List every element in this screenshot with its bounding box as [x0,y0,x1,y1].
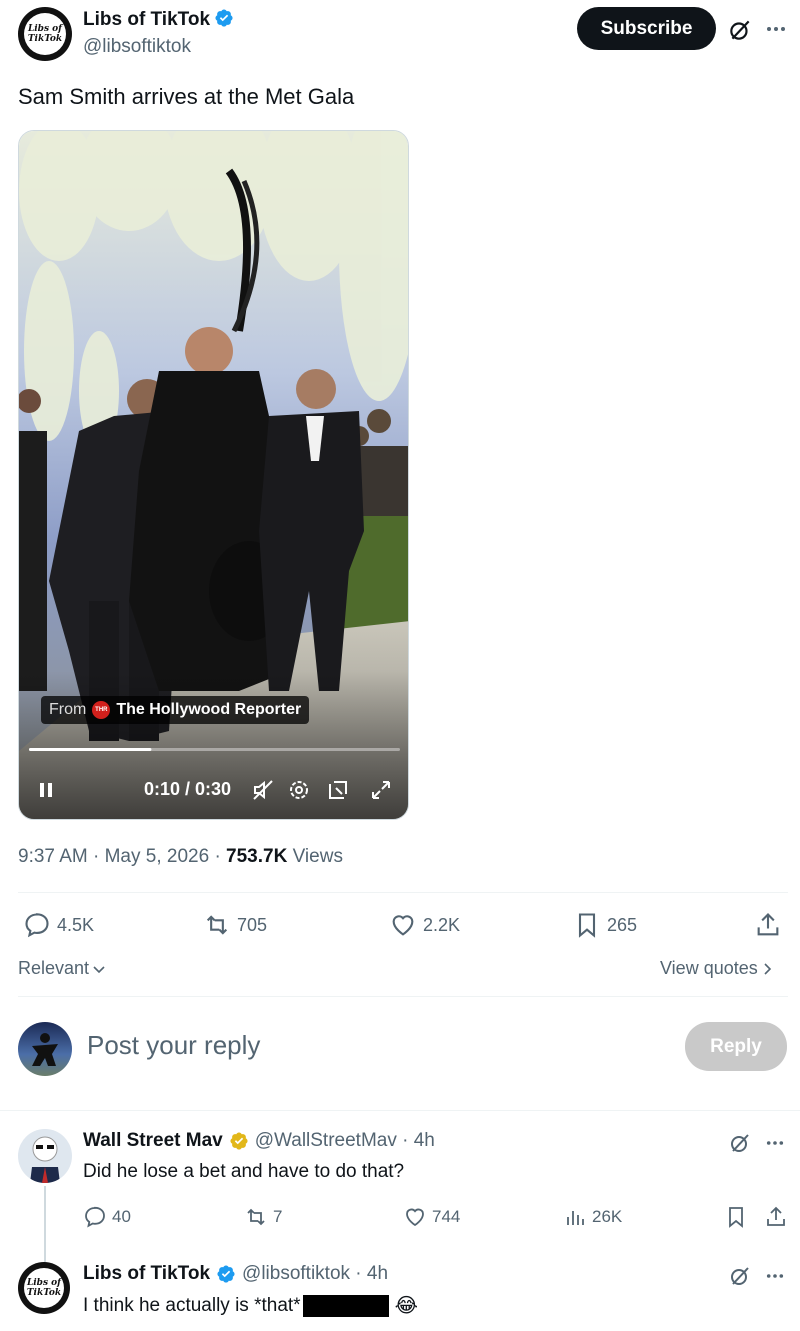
view-quotes-link[interactable]: View quotes [660,958,774,979]
reply-count: 40 [112,1207,131,1226]
thread-line [44,1186,46,1264]
settings-gear-icon[interactable] [287,778,311,802]
bookmark-action[interactable]: 265 [573,911,637,939]
chevron-down-icon [93,965,105,973]
grok-icon[interactable] [728,1131,752,1155]
reply-repost-action[interactable]: 7 [244,1205,282,1229]
heart-icon [392,915,414,936]
redaction-bar [302,1294,389,1317]
reply-like-action[interactable]: 744 [403,1205,460,1229]
fullscreen-icon[interactable] [369,778,393,802]
bookmark-icon [578,913,596,938]
picture-in-picture-icon[interactable] [326,778,350,802]
bookmark-count: 265 [607,914,638,935]
reply-button[interactable]: Reply [685,1022,787,1071]
source-prefix: From [49,701,87,718]
analytics-icon [567,1211,584,1225]
avatar-text: Libs of [26,1278,62,1288]
video-progress-fill [29,748,152,751]
tweet-text: Sam Smith arrives at the Met Gala [18,84,355,109]
reply-body: I think he actually is *that* 😂 [83,1293,418,1318]
reply-author-handle[interactable]: @WallStreetMav · 4h [255,1130,435,1152]
repost-icon [206,915,228,935]
tweet-meta: 9:37 AM · May 5, 2026 · 753.7K Views [18,846,343,868]
more-options-icon[interactable] [764,19,788,39]
sort-relevant-dropdown[interactable]: Relevant [18,958,106,979]
divider [0,1110,800,1111]
repost-count: 705 [237,914,268,935]
reply-header: Libs of TikTok @libsoftiktok · 4h [83,1263,388,1285]
more-options-icon[interactable] [764,1134,786,1152]
grok-icon[interactable] [728,1264,752,1288]
divider [18,892,788,893]
avatar-text: TikTok [27,34,63,44]
author-avatar[interactable]: Libs of TikTok [18,7,72,61]
reply-avatar[interactable] [18,1129,72,1183]
chevron-right-icon [764,962,771,975]
reply-text: Did he lose a bet and have to do that? [83,1161,405,1182]
reply-author-handle[interactable]: @libsoftiktok · 4h [242,1263,388,1285]
user-avatar-figure [32,1033,58,1066]
like-action[interactable]: 2.2K [389,911,460,939]
avatar-text: Libs of [27,24,63,34]
repost-count: 7 [273,1207,283,1226]
more-options-icon[interactable] [764,1267,786,1285]
sort-label: Relevant [18,958,90,978]
avatar-text: TikTok [26,1288,62,1298]
reply-input[interactable]: Post your reply [87,1030,260,1061]
source-name: The Hollywood Reporter [116,701,302,718]
views-label: Views [287,846,343,867]
tweet-timestamp[interactable]: 9:37 AM · May 5, 2026 · [18,846,226,867]
user-avatar[interactable] [18,1022,72,1076]
video-player[interactable]: From THR The Hollywood Reporter 0:10 / 0… [18,130,409,820]
divider [18,996,788,997]
laughing-emoji: 😂 [394,1295,418,1317]
like-count: 744 [432,1207,461,1226]
verified-gold-badge-icon [230,1132,248,1150]
reply-header: Wall Street Mav @WallStreetMav · 4h [83,1130,435,1152]
reply-avatar[interactable]: Libs of TikTok [18,1262,70,1314]
like-count: 2.2K [423,914,461,935]
verified-badge-icon [217,1265,235,1283]
reply-action[interactable]: 4.5K [23,911,94,939]
bookmark-icon[interactable] [724,1205,748,1229]
share-icon[interactable] [754,911,782,939]
verified-badge-icon [215,9,234,27]
author-name-row[interactable]: Libs of TikTok [83,8,234,31]
grok-icon[interactable] [727,17,753,43]
video-source-label[interactable]: From THR The Hollywood Reporter [41,696,310,724]
reply-text: I think he actually is *that* [83,1294,301,1316]
thr-logo-icon: THR [92,701,111,719]
reply-avatar-figure [30,1136,60,1183]
reply-author-name[interactable]: Wall Street Mav [83,1130,223,1152]
heart-icon [406,1208,424,1227]
repost-action[interactable]: 705 [203,911,267,939]
view-quotes-label: View quotes [660,958,758,978]
mute-icon[interactable] [251,778,275,802]
video-time: 0:10 / 0:30 [144,779,232,799]
reply-author-name[interactable]: Libs of TikTok [83,1263,210,1285]
repost-icon [247,1208,265,1226]
subscribe-button[interactable]: Subscribe [577,7,716,50]
reply-icon [25,913,49,938]
views-count: 753.7K [226,846,288,867]
author-handle[interactable]: @libsoftiktok [83,36,191,58]
reply-views-action[interactable]: 26K [563,1205,622,1229]
author-name[interactable]: Libs of TikTok [83,9,210,30]
reply-reply-action[interactable]: 40 [83,1205,131,1229]
pause-icon[interactable] [37,781,55,799]
reply-icon [85,1206,105,1228]
share-icon[interactable] [764,1205,788,1229]
views-count: 26K [592,1207,623,1226]
reply-count: 4.5K [57,914,95,935]
